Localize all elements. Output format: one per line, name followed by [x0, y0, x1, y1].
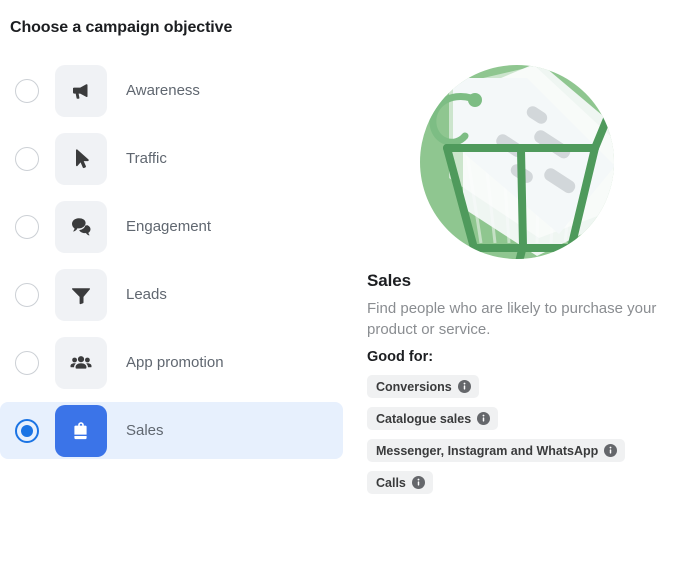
- page-title: Choose a campaign objective: [10, 19, 233, 36]
- objective-label: Sales: [126, 422, 164, 439]
- badge-messenger-instagram-whatsapp[interactable]: Messenger, Instagram and WhatsApp: [367, 439, 626, 462]
- megaphone-icon: [55, 64, 107, 117]
- badge-conversions[interactable]: Conversions: [367, 375, 479, 398]
- objective-row-leads[interactable]: Leads: [0, 266, 348, 323]
- objective-detail-panel: Sales Find people who are likely to purc…: [367, 58, 677, 503]
- detail-title: Sales: [367, 271, 411, 290]
- shopping-cart-with-price-tag-illustration: [367, 58, 677, 270]
- objective-row-sales[interactable]: Sales: [0, 402, 343, 459]
- info-icon[interactable]: [457, 380, 471, 393]
- badge-calls[interactable]: Calls: [367, 471, 433, 494]
- radio-traffic[interactable]: [15, 146, 39, 171]
- radio-awareness[interactable]: [15, 78, 39, 103]
- badge-catalogue-sales[interactable]: Catalogue sales: [367, 407, 499, 430]
- objective-label: Traffic: [126, 150, 167, 167]
- detail-description: Find people who are likely to purchase y…: [367, 300, 657, 338]
- good-for-label: Good for:: [367, 349, 434, 365]
- objective-row-traffic[interactable]: Traffic: [0, 130, 348, 187]
- good-for-badge-list: Conversions Catalogue sales Messenger, I…: [367, 375, 677, 503]
- info-icon[interactable]: [604, 444, 618, 457]
- objective-list: Awareness Traffic Engagement Leads App p…: [0, 62, 348, 470]
- objective-label: Engagement: [126, 218, 212, 235]
- objective-row-awareness[interactable]: Awareness: [0, 62, 348, 119]
- objective-row-app-promotion[interactable]: App promotion: [0, 334, 348, 391]
- radio-app-promotion[interactable]: [15, 350, 39, 375]
- objective-label: App promotion: [126, 354, 224, 371]
- radio-engagement[interactable]: [15, 214, 39, 239]
- chat-bubbles-icon: [55, 200, 107, 253]
- cursor-arrow-icon: [55, 132, 107, 185]
- radio-sales[interactable]: [15, 418, 39, 443]
- info-icon[interactable]: [477, 412, 491, 425]
- objective-label: Awareness: [126, 82, 200, 99]
- people-group-icon: [55, 336, 107, 389]
- funnel-icon: [55, 268, 107, 321]
- objective-row-engagement[interactable]: Engagement: [0, 198, 348, 255]
- radio-leads[interactable]: [15, 282, 39, 307]
- info-icon[interactable]: [411, 476, 425, 489]
- shopping-bag-icon: [55, 404, 107, 457]
- objective-label: Leads: [126, 286, 167, 303]
